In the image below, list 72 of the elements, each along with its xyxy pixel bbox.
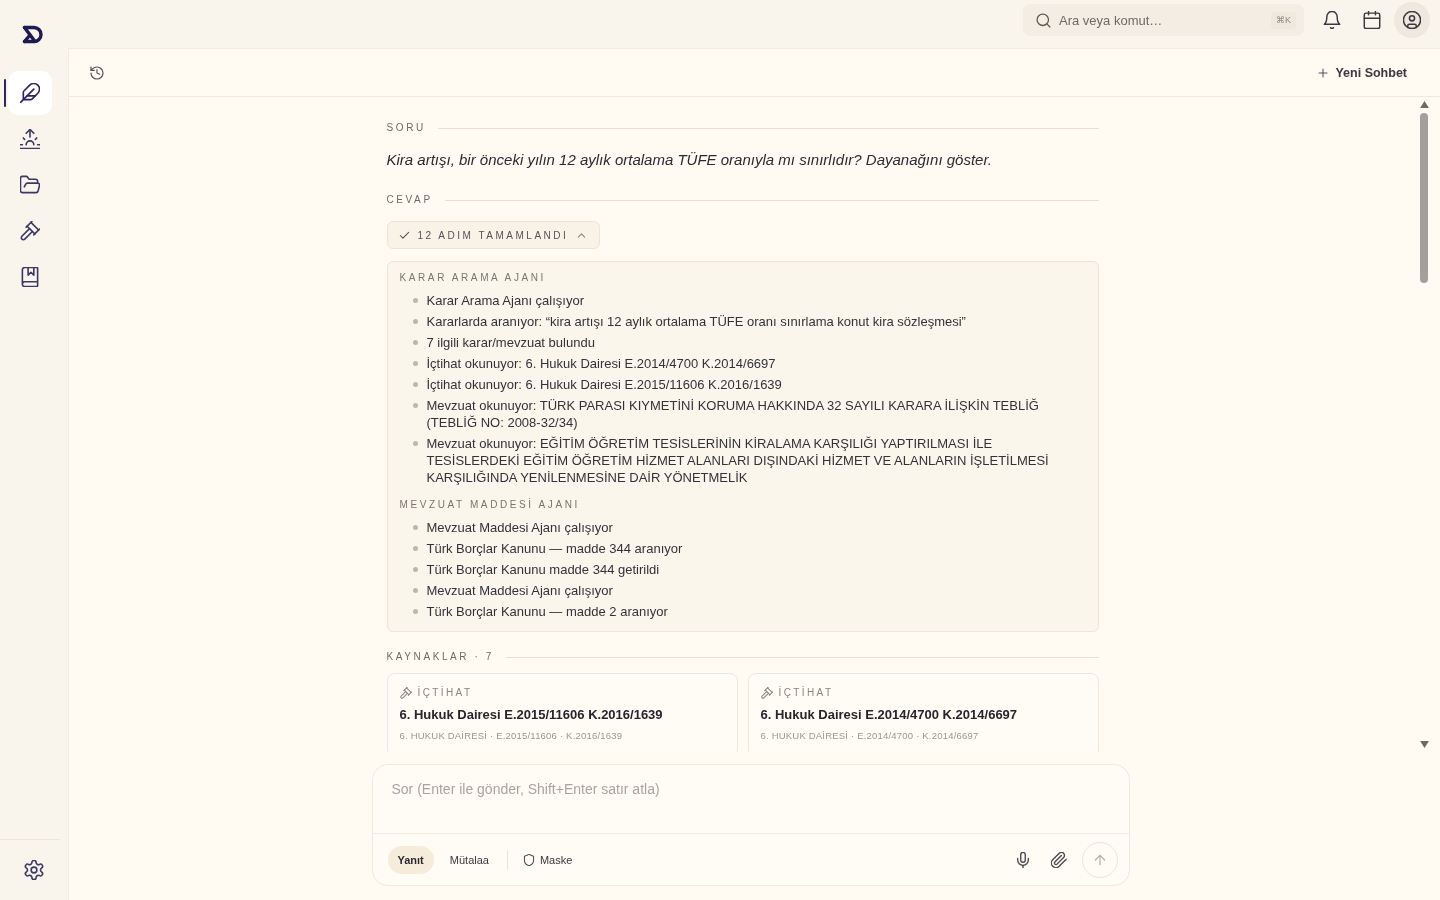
shield-icon: [522, 853, 535, 866]
bullet-icon: [412, 403, 418, 408]
step-text: Türk Borçlar Kanunu — madde 344 aranıyor: [426, 540, 683, 557]
bell-icon: [1323, 11, 1341, 29]
account-button[interactable]: [1394, 2, 1430, 38]
scroll-thumb[interactable]: [1420, 113, 1428, 283]
search-input[interactable]: Ara veya komut…: [1059, 12, 1263, 28]
nav-item[interactable]: [8, 71, 52, 115]
user-icon: [1403, 11, 1421, 29]
step-text: Türk Borçlar Kanunu madde 344 getirildi: [426, 561, 660, 578]
composer-panel[interactable]: Sor (Enter ile gönder, Shift+Enter satır atla) Yanıt Mütalaa Maske: [371, 764, 1130, 886]
search-icon: [1036, 12, 1051, 28]
gavel-icon: [399, 687, 412, 699]
section-label: CEVAP: [386, 194, 433, 206]
step-text: Karar Arama Ajanı çalışıyor: [426, 292, 584, 309]
step-text: Türk Borçlar Kanunu — madde 2 aranıyor: [426, 603, 668, 620]
calendar-icon: [1363, 11, 1381, 29]
settings-icon: [24, 860, 44, 880]
source-type: İÇTİHAT: [778, 687, 834, 699]
step-text: 7 ilgili karar/mevzuat bulundu: [426, 334, 595, 351]
bullet-icon: [412, 546, 418, 551]
bullet-icon: [412, 525, 418, 530]
plus-icon: [1317, 66, 1330, 79]
source-title: 6. Hukuk Dairesi E.2014/4700 K.2014/6697: [760, 706, 1019, 723]
step-text: Mevzuat okunuyor: EĞİTİM ÖĞRETİM TESİSLERİNİN KİRALAMA KARŞILIĞI YAPTIRILMASI İLE TESİSLERDEKİ EĞİTİM ÖĞRETİM HİZMET ALANLARI DIŞINDAKİ HİZMET VE ALANLARIN İŞLETİLMESİ KARŞILIĞINDA YENİLENMESİNE DAİR YÖNETMELİK: [426, 435, 1050, 486]
bullet-icon: [412, 298, 418, 303]
history-icon: [90, 65, 104, 80]
source-title: 6. Hukuk Dairesi E.2015/11606 K.2016/1639: [399, 706, 664, 723]
step-text: İçtihat okunuyor: 6. Hukuk Dairesi E.2015/11606 K.2016/1639: [426, 376, 782, 393]
step-text: Mevzuat okunuyor: TÜRK PARASI KIYMETİNİ KORUMA HAKKINDA 32 SAYILI KARARA İLİŞKİN TEBLİĞ (TEBLİĞ NO: 2008-32/34): [426, 397, 1040, 431]
bullet-icon: [412, 567, 418, 572]
section-label: KAYNAKLAR · 7: [386, 651, 495, 663]
active-indicator: [4, 79, 6, 107]
source-card[interactable]: İÇTİHAT 6. Hukuk Dairesi E.2014/4700 K.2014/6697 6. HUKUK DAİRESİ · E.2014/4700 · K.2014/6697: [747, 673, 1099, 752]
folder-icon: [20, 175, 40, 195]
bookmark-book-icon: [20, 267, 40, 287]
step-text: Mevzuat Maddesi Ajanı çalışıyor: [426, 519, 613, 536]
source-meta: 6. HUKUK DAİRESİ · E.2015/11606 · K.2016/1639: [399, 730, 624, 742]
bullet-icon: [412, 588, 418, 593]
message-input[interactable]: Sor (Enter ile gönder, Shift+Enter satır atla): [372, 765, 1129, 834]
step-text: İçtihat okunuyor: 6. Hukuk Dairesi E.2014/4700 K.2014/6697: [426, 355, 776, 372]
bullet-icon: [412, 340, 418, 345]
bullet-icon: [412, 361, 418, 366]
question-text: Kira artışı, bir önceki yılın 12 aylık ortalama TÜFE oranıyla mı sınırlıdır? Dayanağını göster.: [386, 150, 993, 170]
step-group-title: KARAR ARAMA AJANI: [399, 272, 547, 284]
mode-button[interactable]: Mütalaa: [439, 845, 499, 874]
step-text: Kararlarda aranıyor: “kira artışı 12 aylık ortalama TÜFE oranı sınırlama konut kira sözleşmesi”: [426, 313, 966, 330]
source-card[interactable]: İÇTİHAT 6. Hukuk Dairesi E.2015/11606 K.2016/1639 6. HUKUK DAİRESİ · E.2015/11606 · K.2016/1639: [386, 673, 738, 752]
bullet-icon: [412, 441, 418, 446]
mode-button[interactable]: Yanıt: [387, 845, 434, 874]
source-meta: 6. HUKUK DAİRESİ · E.2014/4700 · K.2014/6697: [760, 730, 980, 742]
feather-icon: [20, 83, 40, 103]
scroll-down-icon[interactable]: [1419, 741, 1429, 748]
paperclip-icon: [1050, 851, 1067, 868]
source-type: İÇTİHAT: [417, 687, 473, 699]
step-group-title: MEVZUAT MADDESİ AJANI: [399, 499, 581, 511]
gavel-icon: [760, 687, 773, 699]
shortcut-hint: ⌘K: [1271, 11, 1296, 29]
new-chat-button[interactable]: Yeni Sohbet: [1309, 61, 1415, 84]
steps-toggle[interactable]: 12 ADIM TAMAMLANDI: [386, 221, 601, 249]
microphone-icon: [1014, 851, 1031, 868]
bullet-icon: [412, 319, 418, 324]
logo-icon[interactable]: [22, 25, 46, 44]
bullet-icon: [412, 382, 418, 387]
section-label: SORU: [386, 122, 426, 134]
scroll-up-icon[interactable]: [1419, 101, 1429, 108]
step-text: Mevzuat Maddesi Ajanı çalışıyor: [426, 582, 613, 599]
check-icon: [398, 229, 410, 241]
bullet-icon: [412, 609, 418, 614]
mask-button[interactable]: Maske: [515, 845, 580, 874]
gavel-icon: [20, 221, 40, 241]
upload-icon: [20, 129, 40, 149]
